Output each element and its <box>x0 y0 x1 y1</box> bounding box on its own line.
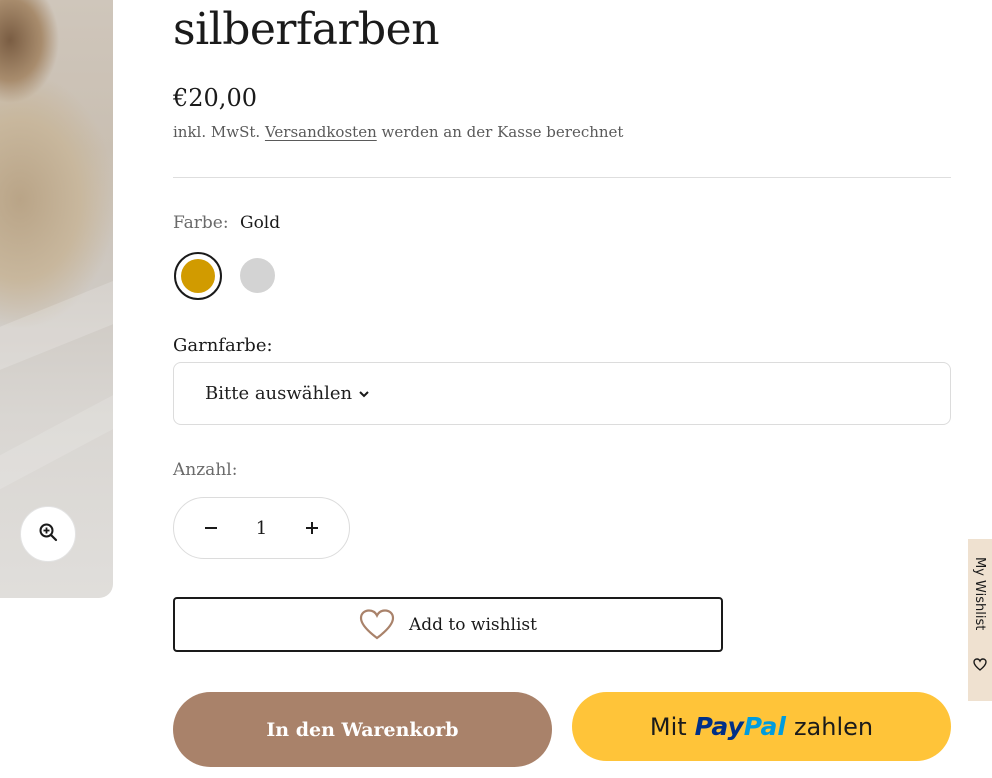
paypal-logo: PayPal <box>694 712 786 741</box>
yarn-color-value: Bitte auswählen <box>205 383 353 404</box>
color-selected-value: Gold <box>239 213 281 233</box>
quantity-label: Anzahl: <box>173 460 238 480</box>
tax-suffix: werden an der Kasse berechnet <box>381 123 624 141</box>
paypal-checkout-button[interactable]: Mit PayPal zahlen <box>572 692 951 761</box>
yarn-color-label: Garnfarbe: <box>173 335 273 356</box>
minus-icon <box>205 527 217 529</box>
swatch-gold-dot <box>181 259 215 293</box>
side-tab-label: My Wishlist <box>972 557 987 631</box>
color-label-key: Farbe: <box>173 213 229 233</box>
zoom-button[interactable] <box>20 506 76 562</box>
wishlist-button-label: Add to wishlist <box>408 614 537 635</box>
tax-prefix: inkl. MwSt. <box>173 123 261 141</box>
chevron-down-icon <box>358 388 370 400</box>
image-fold <box>0 267 113 373</box>
swatch-silver[interactable] <box>240 258 275 293</box>
heart-icon <box>359 608 395 641</box>
paypal-prefix: Mit <box>649 712 687 741</box>
swatch-gold[interactable] <box>174 252 222 300</box>
tax-note: inkl. MwSt. Versandkosten werden an der … <box>173 123 623 141</box>
add-to-cart-button[interactable]: In den Warenkorb <box>173 692 552 767</box>
plus-icon <box>306 522 318 534</box>
divider <box>173 177 951 178</box>
quantity-increase-button[interactable] <box>297 513 327 543</box>
heart-icon <box>973 657 987 676</box>
quantity-stepper: 1 <box>173 497 350 559</box>
product-title: silberfarben <box>173 4 440 55</box>
my-wishlist-side-tab[interactable]: My Wishlist <box>968 539 992 701</box>
quantity-decrease-button[interactable] <box>196 513 226 543</box>
quantity-input[interactable]: 1 <box>242 518 282 539</box>
color-option-label: Farbe: Gold <box>173 213 280 233</box>
paypal-suffix: zahlen <box>793 712 874 741</box>
product-price: €20,00 <box>173 84 257 112</box>
zoom-in-icon <box>38 522 58 546</box>
shipping-costs-link[interactable]: Versandkosten <box>265 123 377 141</box>
image-fold <box>0 374 113 496</box>
yarn-color-select[interactable]: Bitte auswählen <box>173 362 951 425</box>
add-to-wishlist-button[interactable]: Add to wishlist <box>173 597 723 652</box>
